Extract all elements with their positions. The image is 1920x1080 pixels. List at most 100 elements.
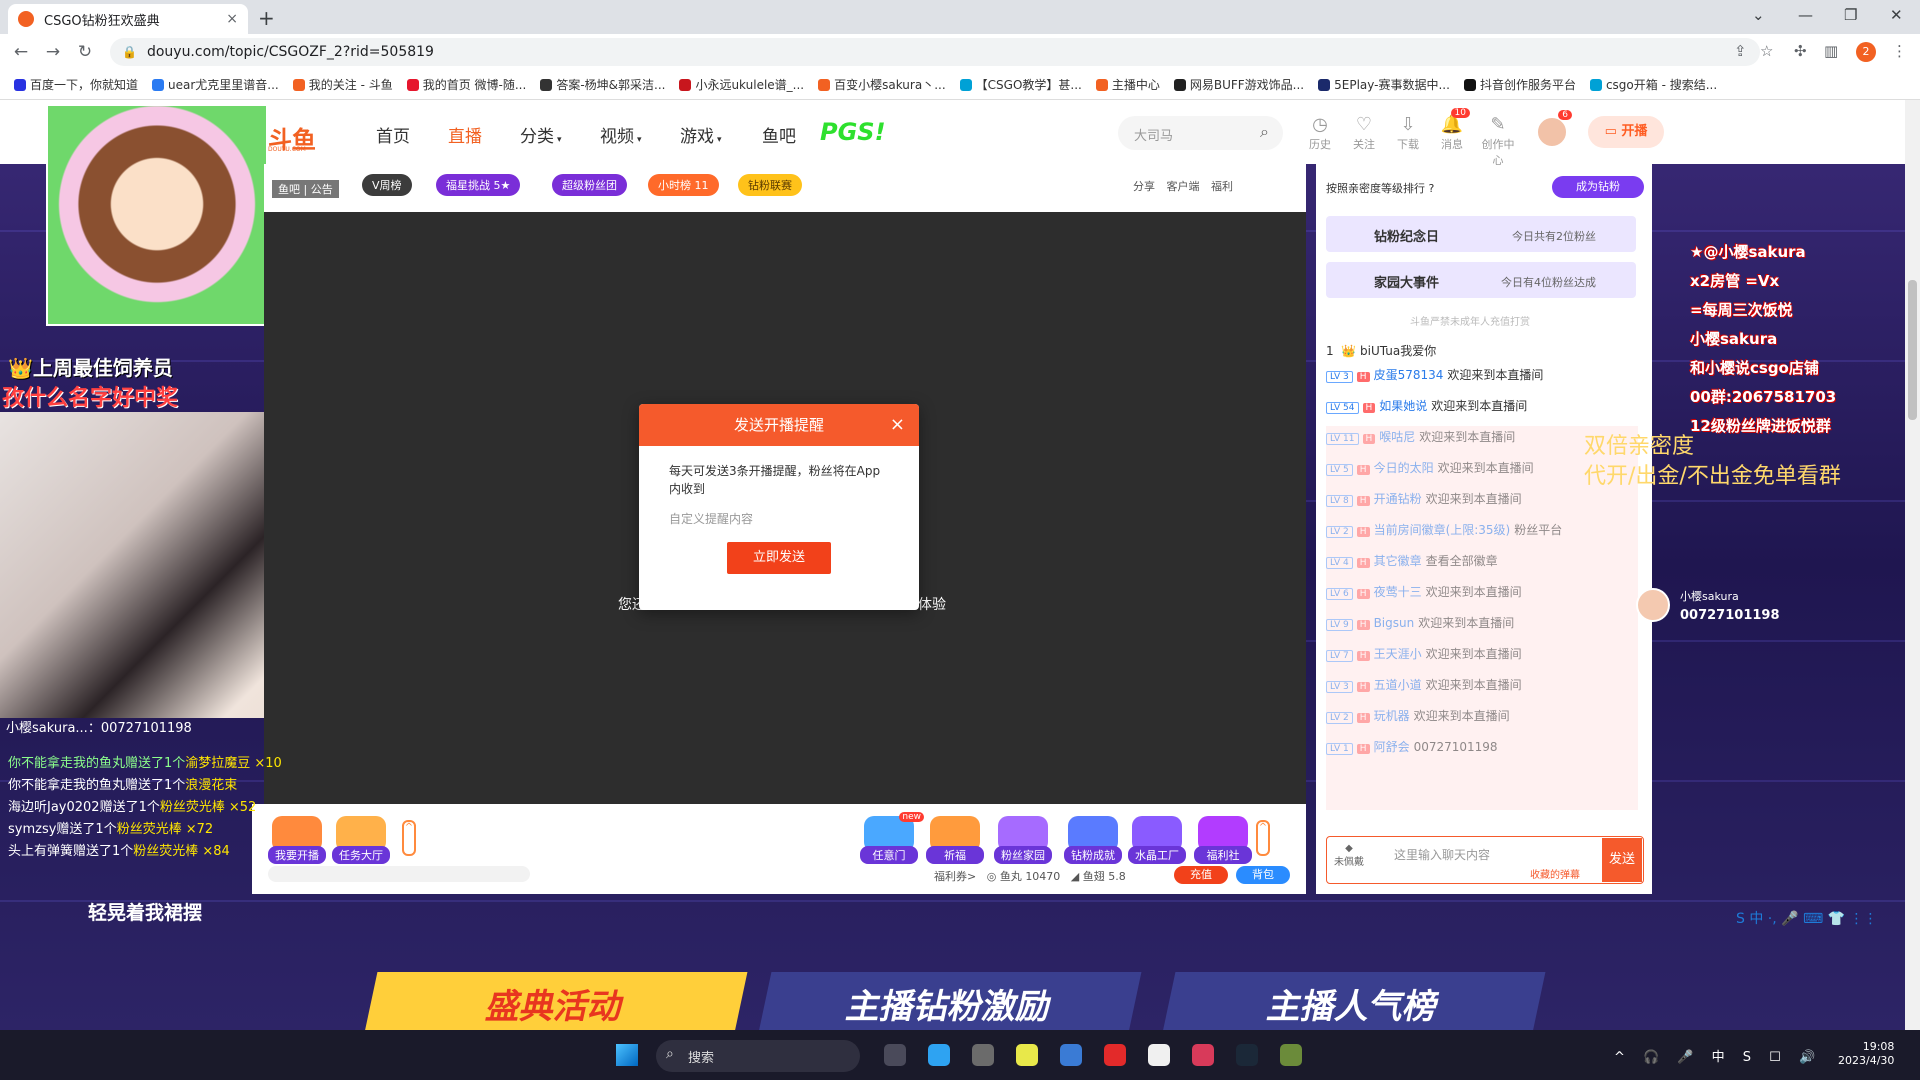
system-tray[interactable]: ^ 🎧 🎤 中 S ☐ 🔊	[1614, 1046, 1815, 1065]
taskbar-app-icon[interactable]	[928, 1044, 950, 1066]
rank-pill[interactable]: 超级粉丝团	[552, 174, 627, 196]
chat-user[interactable]: 王天涯小	[1374, 647, 1422, 661]
bookmark-item[interactable]: 答案-杨坤&郭采洁...	[540, 76, 665, 93]
chat-user[interactable]: 皮蛋578134	[1374, 368, 1444, 382]
start-live-button[interactable]: ▭ 开播	[1588, 116, 1664, 148]
history-nav[interactable]: ◷ 历史	[1300, 114, 1340, 152]
scrollbar-thumb[interactable]	[1908, 280, 1917, 420]
bookmark-item[interactable]: 百变小樱sakura丶...	[818, 76, 946, 93]
reminder-content-input[interactable]: 自定义提醒内容	[669, 510, 889, 528]
taskbar-app-icon[interactable]	[1060, 1044, 1082, 1066]
recharge-button[interactable]: 充值	[1174, 866, 1228, 884]
chat-user[interactable]: 开通钻粉	[1374, 492, 1422, 506]
chat-user[interactable]: 阿舒会	[1374, 740, 1410, 754]
rank-pill[interactable]: 钻粉联赛	[738, 174, 802, 196]
forward-button[interactable]: →	[40, 42, 66, 62]
taskbar-app-icon[interactable]	[1148, 1044, 1170, 1066]
download-nav[interactable]: ⇩ 下载	[1388, 114, 1428, 152]
message-nav[interactable]: 🔔 消息 10	[1432, 108, 1472, 152]
ime-toolbar[interactable]: S 中 ·, 🎤 ⌨ 👕 ⋮⋮	[1736, 908, 1878, 928]
profile-avatar[interactable]: 2	[1856, 42, 1876, 62]
taskbar-app-icon[interactable]	[1192, 1044, 1214, 1066]
chat-user[interactable]: 夜莺十三	[1374, 585, 1422, 599]
minimize-button[interactable]: —	[1798, 6, 1813, 24]
bookmark-item[interactable]: csgo开箱 - 搜索结...	[1589, 76, 1717, 93]
taskbar-app-icon[interactable]	[1016, 1044, 1038, 1066]
nav-1[interactable]: 直播	[448, 122, 482, 147]
fan-anniversary-card[interactable]: 钻粉纪念日 今日共有2位粉丝	[1326, 216, 1636, 252]
gift-user[interactable]: symzsy	[8, 822, 56, 837]
room-actions[interactable]: 分享 客户端 福利	[1133, 178, 1233, 194]
feature-2[interactable]: 粉丝家园	[994, 816, 1052, 864]
taskbar-app-icon[interactable]	[1280, 1044, 1302, 1066]
bookmark-item[interactable]: 主播中心	[1095, 76, 1160, 93]
nav-4[interactable]: 游戏 ▾	[680, 122, 722, 147]
bookmark-item[interactable]: uear尤克里里谱音...	[152, 76, 279, 93]
windows-start-icon[interactable]	[616, 1044, 638, 1066]
send-now-button[interactable]: 立即发送	[727, 542, 831, 574]
gift-user[interactable]: 海边听Jay0202	[8, 800, 100, 815]
gift-user[interactable]: 头上有弹簧	[8, 844, 73, 859]
feature-1[interactable]: 祈福	[926, 816, 984, 864]
fan-badge-slot[interactable]: ◆ 未佩戴	[1334, 842, 1364, 870]
new-tab-button[interactable]: +	[258, 6, 275, 30]
feature-3[interactable]: 钻粉成就	[1064, 816, 1122, 864]
feature-0[interactable]: 任意门 new	[860, 812, 924, 864]
rank-pill[interactable]: V周榜	[362, 174, 412, 196]
user-avatar[interactable]: 6	[1536, 110, 1572, 148]
feature-5[interactable]: 福利社	[1194, 816, 1252, 864]
fishbar-notice[interactable]: 鱼吧 | 公告	[272, 180, 339, 198]
expand-right-icon[interactable]: ^	[1256, 820, 1270, 856]
taskbar-app-icon[interactable]	[1236, 1044, 1258, 1066]
nav-5[interactable]: 鱼吧	[762, 122, 796, 147]
chat-user[interactable]: 喉咕尼	[1379, 430, 1415, 444]
feature-4[interactable]: 水晶工厂	[1128, 816, 1186, 864]
nav-3[interactable]: 视频 ▾	[600, 122, 642, 147]
chat-user[interactable]: 五道小道	[1374, 678, 1422, 692]
bookmark-item[interactable]: 抖音创作服务平台	[1463, 76, 1576, 93]
bookmark-star-icon[interactable]: ☆	[1760, 42, 1773, 60]
rank-pill[interactable]: 福星挑战 5★	[436, 174, 521, 196]
pgs-banner[interactable]: PGS!	[820, 118, 886, 146]
chat-user[interactable]: Bigsun	[1374, 616, 1415, 630]
tab-close-icon[interactable]: ×	[226, 11, 238, 27]
follow-nav[interactable]: ♡ 关注	[1344, 114, 1384, 152]
bookmark-item[interactable]: 5EPlay-赛事数据中...	[1318, 76, 1450, 93]
taskbar-app-icon[interactable]	[884, 1044, 906, 1066]
chat-user[interactable]: 如果她说	[1379, 399, 1427, 413]
chat-send-button[interactable]: 发送	[1602, 838, 1642, 882]
browser-menu-icon[interactable]: ⋮	[1892, 42, 1907, 60]
address-bar[interactable]: 🔒 douyu.com/topic/CSGOZF_2?rid=505819	[110, 38, 1760, 66]
chat-user[interactable]: 其它徽章	[1374, 554, 1422, 568]
bookmark-item[interactable]: 百度一下，你就知道	[14, 76, 138, 93]
expand-left-icon[interactable]: ^	[402, 820, 416, 856]
action-0[interactable]: 我要开播	[268, 816, 326, 864]
saved-barrage-link[interactable]: 收藏的弹幕	[1530, 866, 1580, 881]
taskbar-clock[interactable]: 19:08 2023/4/30	[1838, 1040, 1894, 1068]
become-fan-button[interactable]: 成为钻粉	[1552, 176, 1644, 198]
gift-user[interactable]: 你不能拿走我的鱼丸	[8, 778, 125, 793]
search-icon[interactable]: ⌕	[1260, 122, 1269, 142]
rank-pill[interactable]: 小时榜 11	[648, 174, 719, 196]
action-1[interactable]: 任务大厅	[332, 816, 390, 864]
bookmark-item[interactable]: 网易BUFF游戏饰品...	[1173, 76, 1304, 93]
creator-nav[interactable]: ✎ 创作中心	[1478, 114, 1518, 168]
extensions-icon[interactable]: ✣	[1794, 42, 1807, 60]
taskbar-app-icon[interactable]	[1104, 1044, 1126, 1066]
taskbar-app-icon[interactable]	[972, 1044, 994, 1066]
chat-user[interactable]: 今日的太阳	[1374, 461, 1434, 475]
bookmark-item[interactable]: 我的关注 - 斗鱼	[292, 76, 393, 93]
page-scrollbar[interactable]	[1905, 100, 1920, 1030]
reload-button[interactable]: ↻	[72, 42, 98, 62]
backpack-button[interactable]: 背包	[1236, 866, 1290, 884]
nav-0[interactable]: 首页	[376, 122, 410, 147]
share-icon[interactable]: ⇪	[1734, 42, 1747, 60]
sidepanel-icon[interactable]: ▥	[1824, 42, 1838, 60]
bookmark-item[interactable]: 小永远ukulele谱_...	[679, 76, 804, 93]
dialog-close-icon[interactable]: ×	[890, 404, 905, 446]
nav-2[interactable]: 分类 ▾	[520, 122, 562, 147]
search-input[interactable]: 大司马 ⌕	[1118, 116, 1283, 150]
back-button[interactable]: ←	[8, 42, 34, 62]
browser-tab[interactable]: CSGO钻粉狂欢盛典 ×	[8, 4, 248, 34]
rank-user[interactable]: biUTua我爱你	[1360, 344, 1436, 358]
